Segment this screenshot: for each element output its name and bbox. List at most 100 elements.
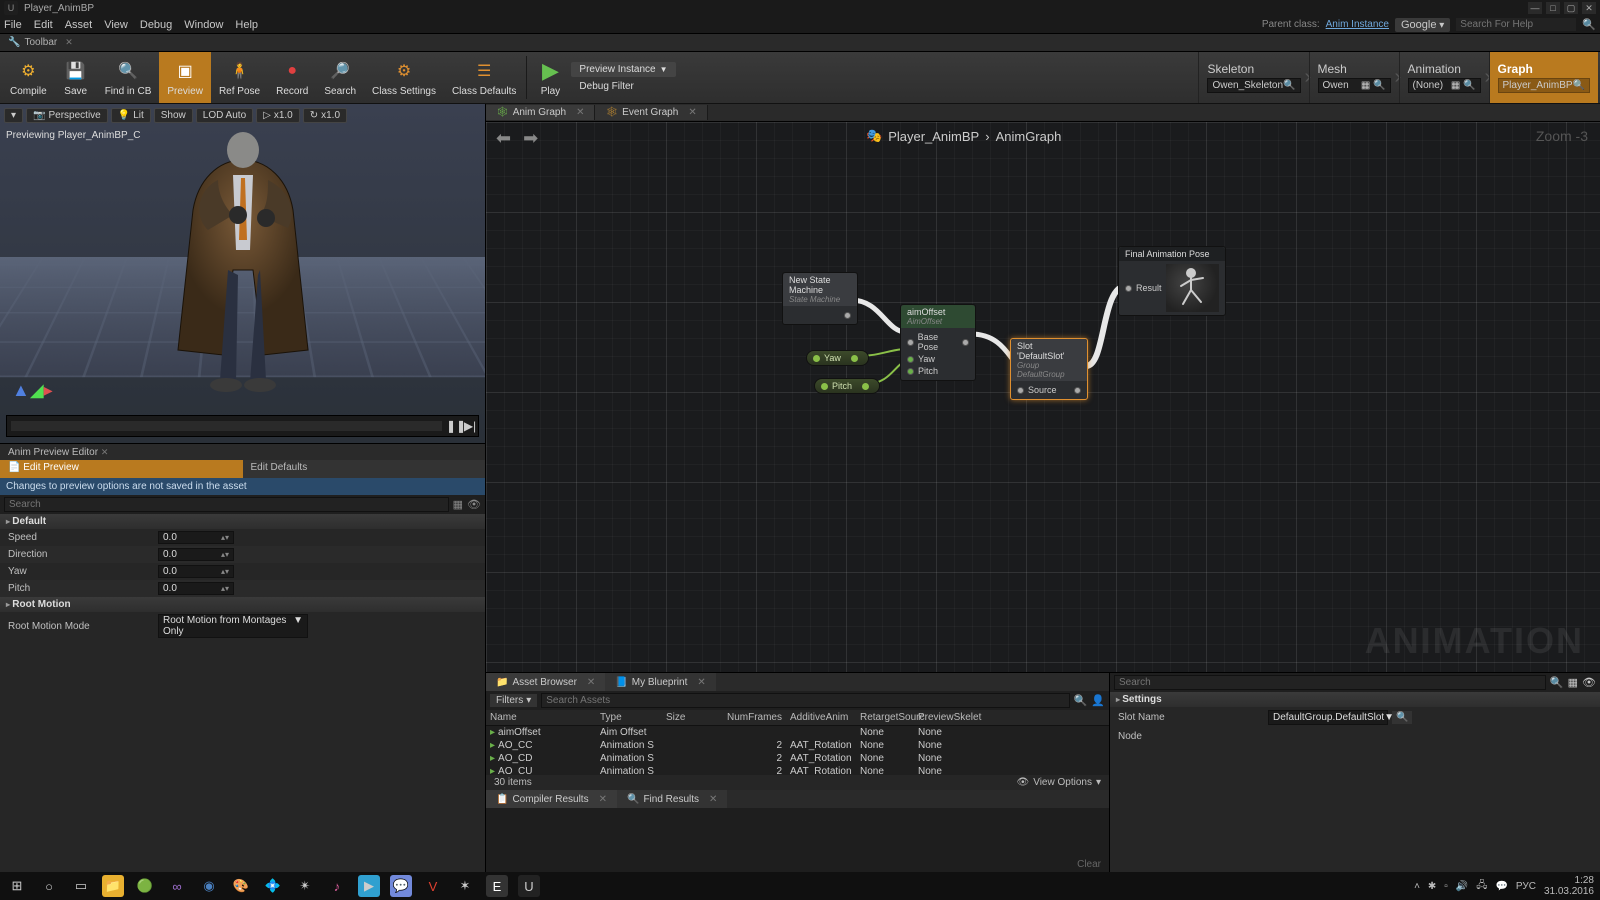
show-dropdown[interactable]: Show — [154, 108, 193, 123]
anim-graph-tab[interactable]: 🕸Anim Graph✕ — [486, 105, 595, 120]
asset-row[interactable]: ▸aimOffsetAim OffsetNoneNone — [486, 726, 1109, 739]
slot-browse-button[interactable]: 🔍 — [1392, 711, 1412, 724]
node-aim-offset[interactable]: aimOffsetAimOffset Base Pose Yaw Pitch — [900, 304, 976, 381]
asset-table-header[interactable]: Name Type Size NumFrames AdditiveAnim Re… — [486, 710, 1109, 726]
cortana-icon[interactable]: ○ — [38, 875, 60, 897]
save-button[interactable]: 💾Save — [55, 52, 97, 103]
compiler-results-tab[interactable]: 📋 Compiler Results✕ — [486, 790, 617, 808]
node-final-pose[interactable]: Final Animation Pose Result — [1118, 246, 1226, 316]
app-icon-6[interactable]: ✶ — [454, 875, 476, 897]
prop-input-yaw[interactable]: 0.0▴▾ — [158, 565, 234, 578]
tray-language[interactable]: РУС — [1516, 881, 1536, 892]
my-blueprint-tab[interactable]: 📘 My Blueprint✕ — [605, 673, 715, 691]
eye-icon[interactable]: 👁 — [467, 498, 481, 511]
taskview-icon[interactable]: ▭ — [70, 875, 92, 897]
node-slot-default[interactable]: Slot 'DefaultSlot'Group DefaultGroup Sou… — [1010, 338, 1088, 400]
timeline-scrubber[interactable]: ❚❚ ▶| — [6, 415, 479, 437]
find-results-tab[interactable]: 🔍 Find Results✕ — [617, 790, 727, 808]
asset-search-input[interactable] — [541, 693, 1069, 708]
var-pitch-pill[interactable]: Pitch — [814, 378, 880, 394]
view-options-dropdown[interactable]: 👁 View Options ▾ — [1017, 777, 1101, 788]
close-button[interactable]: ✕ — [1582, 2, 1596, 14]
mode-animation[interactable]: Animation (None)▦ 🔍 › — [1399, 52, 1489, 103]
lit-dropdown[interactable]: 💡 Lit — [111, 108, 151, 123]
root-motion-mode-dropdown[interactable]: Root Motion from Montages Only▼ — [158, 614, 308, 638]
prop-input-direction[interactable]: 0.0▴▾ — [158, 548, 234, 561]
class-settings-button[interactable]: ⚙Class Settings — [364, 52, 444, 103]
maximize-button[interactable]: ▢ — [1564, 2, 1578, 14]
asset-row[interactable]: ▸AO_CUAnimation S2AAT_RotationNoneNone — [486, 765, 1109, 775]
chrome-icon[interactable]: 🟢 — [134, 875, 156, 897]
minimize-button[interactable]: — — [1528, 2, 1542, 14]
lod-dropdown[interactable]: LOD Auto — [196, 108, 253, 123]
preview-instance-dropdown[interactable]: Preview Instance▼ — [571, 62, 675, 77]
prop-input-speed[interactable]: 0.0▴▾ — [158, 531, 234, 544]
search-button[interactable]: 🔎Search — [316, 52, 364, 103]
breadcrumb-current[interactable]: AnimGraph — [996, 129, 1062, 144]
start-button[interactable]: ⊞ — [6, 875, 28, 897]
windows-taskbar[interactable]: ⊞ ○ ▭ 📁 🟢 ∞ ◉ 🎨 💠 ✴ ♪ ▶ 💬 V ✶ E U ˄ ✱ ▫ … — [0, 872, 1600, 900]
restore-button[interactable]: □ — [1546, 2, 1560, 14]
tray-icon-1[interactable]: ✱ — [1428, 881, 1436, 892]
preview-viewport[interactable]: ▾ 📷 Perspective 💡 Lit Show LOD Auto ▷ x1… — [0, 104, 485, 444]
pause-icon[interactable]: ❚❚ — [446, 419, 462, 433]
default-section-header[interactable]: Default — [0, 514, 485, 529]
anim-preview-search[interactable] — [4, 497, 449, 512]
filters-dropdown[interactable]: Filters ▾ — [490, 694, 537, 707]
app-icon-1[interactable]: ◉ — [198, 875, 220, 897]
menu-edit[interactable]: Edit — [34, 19, 53, 31]
menu-window[interactable]: Window — [184, 19, 223, 31]
app-icon-2[interactable]: 🎨 — [230, 875, 252, 897]
asset-row[interactable]: ▸AO_CCAnimation S2AAT_RotationNoneNone — [486, 739, 1109, 752]
grid-icon[interactable]: ▦ — [1568, 676, 1578, 689]
slot-name-dropdown[interactable]: DefaultGroup.DefaultSlot▼ — [1268, 710, 1388, 725]
root-motion-section-header[interactable]: Root Motion — [0, 597, 485, 612]
prop-input-pitch[interactable]: 0.0▴▾ — [158, 582, 234, 595]
mode-graph[interactable]: Graph Player_AnimBP🔍 — [1489, 52, 1598, 103]
explorer-icon[interactable]: 📁 — [102, 875, 124, 897]
menu-view[interactable]: View — [104, 19, 128, 31]
tray-chevron-icon[interactable]: ˄ — [1414, 881, 1420, 892]
asset-row[interactable]: ▸AO_CDAnimation S2AAT_RotationNoneNone — [486, 752, 1109, 765]
find-in-cb-button[interactable]: 🔍Find in CB — [97, 52, 160, 103]
epic-launcher-icon[interactable]: E — [486, 875, 508, 897]
class-defaults-button[interactable]: ☰Class Defaults — [444, 52, 524, 103]
close-icon[interactable]: ✕ — [65, 37, 73, 48]
details-search-input[interactable] — [1114, 675, 1546, 690]
eye-icon[interactable]: 👁 — [1582, 676, 1596, 689]
event-graph-tab[interactable]: 🕸Event Graph✕ — [595, 105, 707, 120]
edit-defaults-tab[interactable]: Edit Defaults — [243, 460, 486, 478]
discord-icon[interactable]: 💬 — [390, 875, 412, 897]
preview-button[interactable]: ▣Preview — [159, 52, 211, 103]
menu-help[interactable]: Help — [235, 19, 258, 31]
speed1-button[interactable]: ▷ x1.0 — [256, 108, 300, 123]
menu-debug[interactable]: Debug — [140, 19, 172, 31]
parent-class-link[interactable]: Anim Instance — [1326, 19, 1389, 30]
app-icon-5[interactable]: ▶ — [358, 875, 380, 897]
mode-mesh[interactable]: Mesh Owen▦ 🔍 › — [1309, 52, 1399, 103]
breadcrumb-root[interactable]: Player_AnimBP — [888, 129, 979, 144]
ref-pose-button[interactable]: 🧍Ref Pose — [211, 52, 268, 103]
viewport-menu-button[interactable]: ▾ — [4, 108, 23, 123]
tray-volume-icon[interactable]: 🔊 — [1456, 881, 1468, 892]
toolbar-tab[interactable]: 🔧 Toolbar ✕ — [0, 35, 81, 50]
tray-action-center-icon[interactable]: 💬 — [1495, 881, 1507, 892]
record-button[interactable]: ●Record — [268, 52, 316, 103]
speed2-button[interactable]: ↻ x1.0 — [303, 108, 347, 123]
settings-section-header[interactable]: Settings — [1110, 692, 1600, 707]
nav-back-icon[interactable]: ⬅ — [496, 128, 511, 149]
node-state-machine[interactable]: New State MachineState Machine — [782, 272, 858, 325]
clear-button[interactable]: Clear — [1077, 859, 1101, 870]
compile-button[interactable]: ⚙Compile — [2, 52, 55, 103]
search-icon[interactable]: 🔍 — [1550, 676, 1564, 689]
edit-preview-tab[interactable]: 📄 Edit Preview — [0, 460, 243, 478]
tray-clock[interactable]: 1:28 31.03.2016 — [1544, 875, 1594, 897]
search-engine-dropdown[interactable]: Google ▾ — [1395, 18, 1450, 32]
grid-icon[interactable]: ▦ — [453, 498, 463, 511]
visual-studio-icon[interactable]: ∞ — [166, 875, 188, 897]
app-icon-3[interactable]: 💠 — [262, 875, 284, 897]
ue4-icon[interactable]: U — [518, 875, 540, 897]
tray-icon-2[interactable]: ▫ — [1444, 881, 1448, 892]
vivaldi-icon[interactable]: V — [422, 875, 444, 897]
var-yaw-pill[interactable]: Yaw — [806, 350, 869, 366]
